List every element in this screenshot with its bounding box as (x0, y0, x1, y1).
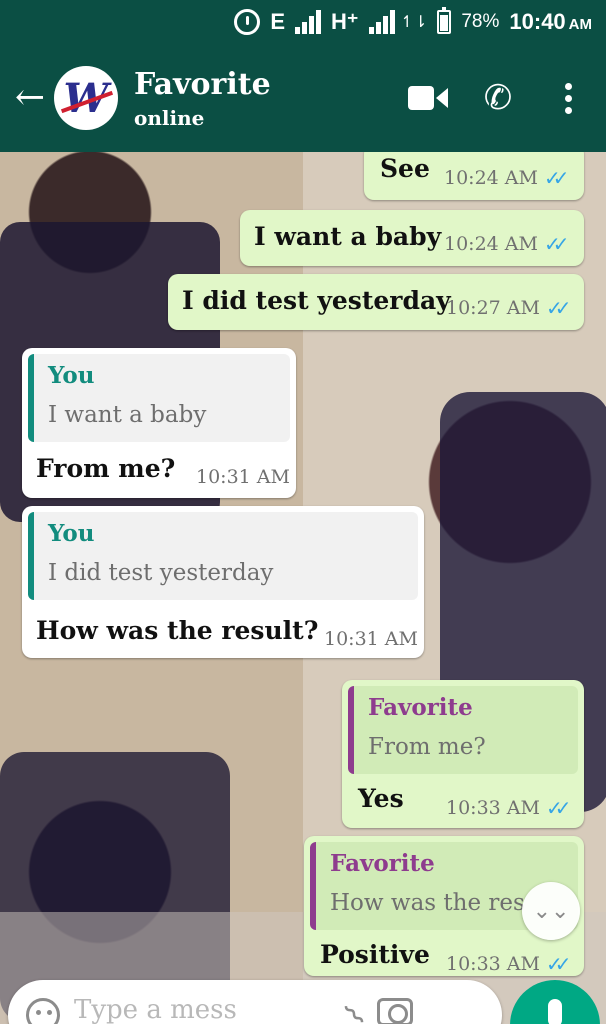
quoted-message[interactable]: Favorite From me? (348, 686, 578, 774)
message-text: Yes (358, 784, 404, 813)
quote-bar (28, 354, 34, 442)
contact-name: Favorite (134, 66, 271, 102)
message-text: From me? (36, 454, 176, 483)
clock-ampm: AM (568, 16, 592, 33)
contact-status: online (134, 105, 205, 130)
quote-bar (28, 512, 34, 600)
message-text: How was the result? (36, 616, 319, 645)
video-camera-icon (408, 84, 448, 112)
message-text: I want a baby (254, 222, 442, 251)
quote-text: I want a baby (48, 402, 207, 428)
message-time: 10:31 AM (324, 628, 418, 650)
message-input[interactable] (74, 990, 334, 1024)
network-type-label: E (270, 9, 286, 34)
message-meta: 10:33 AM ✓✓ (446, 796, 571, 820)
voice-call-button[interactable]: ✆ (474, 74, 522, 122)
message-bubble-outgoing[interactable]: I did test yesterday 10:27 AM ✓✓ (168, 274, 584, 330)
quote-text: From me? (368, 734, 486, 760)
mic-icon (548, 999, 562, 1024)
message-meta: 10:27 AM ✓✓ (446, 296, 571, 320)
message-bubble-outgoing[interactable]: Favorite From me? Yes 10:33 AM ✓✓ (342, 680, 584, 828)
more-vert-icon (564, 82, 572, 114)
read-ticks-icon: ✓✓ (545, 296, 571, 320)
quote-text: How was the res (330, 890, 525, 916)
paperclip-icon[interactable]: ⌇ (338, 997, 373, 1024)
data-activity-icon: ↿⇂ (400, 14, 428, 31)
message-bubble-outgoing[interactable]: I want a baby 10:24 AM ✓✓ (240, 210, 584, 266)
message-meta: 10:24 AM ✓✓ (444, 232, 569, 256)
chat-header: ← W Favorite online ✆ (0, 44, 606, 152)
read-ticks-icon: ✓✓ (545, 796, 571, 820)
message-time: 10:24 AM (444, 233, 538, 255)
quote-author: Favorite (330, 850, 435, 877)
battery-icon (437, 7, 452, 34)
network-type-label-2: H⁺ (331, 9, 359, 34)
scroll-to-bottom-button[interactable]: ⌄⌄ (522, 882, 580, 940)
quoted-message[interactable]: You I did test yesterday (28, 512, 418, 600)
camera-icon[interactable] (376, 998, 413, 1024)
message-bubble-outgoing[interactable]: See 10:24 AM ✓✓ (364, 152, 584, 200)
signal-icon (295, 10, 322, 34)
message-text: I did test yesterday (182, 286, 451, 315)
quote-author: You (48, 520, 95, 547)
battery-percent: 78% (461, 11, 500, 32)
message-time: 10:33 AM (446, 797, 540, 819)
video-call-button[interactable] (404, 74, 452, 122)
message-meta: 10:24 AM ✓✓ (444, 166, 569, 190)
message-time: 10:24 AM (444, 167, 538, 189)
message-text: See (380, 154, 430, 183)
read-ticks-icon: ✓✓ (545, 952, 571, 976)
read-ticks-icon: ✓✓ (543, 232, 569, 256)
avatar-logo: W (63, 74, 109, 122)
message-time: 10:33 AM (446, 953, 540, 975)
signal-icon-2 (368, 10, 395, 34)
message-meta: 10:31 AM (196, 466, 290, 488)
message-meta: 10:33 AM ✓✓ (446, 952, 571, 976)
double-chevron-down-icon: ⌄⌄ (532, 898, 570, 924)
message-bubble-incoming[interactable]: You I want a baby From me? 10:31 AM (22, 348, 296, 498)
quote-bar (348, 686, 354, 774)
clock: 10:40 AM (509, 9, 592, 35)
quote-text: I did test yesterday (48, 560, 274, 586)
message-text: Positive (320, 940, 430, 969)
back-arrow-icon[interactable]: ← (10, 78, 50, 118)
status-bar: E H⁺ ↿⇂ 78% 10:40 AM (0, 0, 606, 44)
message-meta: 10:31 AM (324, 628, 418, 650)
phone-icon: ✆ (483, 78, 513, 118)
message-composer: ⌇ (8, 980, 502, 1024)
quoted-message[interactable]: You I want a baby (28, 354, 290, 442)
clock-time: 10:40 (509, 9, 566, 34)
contact-info[interactable]: Favorite online (134, 67, 404, 130)
emoji-icon[interactable] (26, 998, 60, 1024)
message-bubble-incoming[interactable]: You I did test yesterday How was the res… (22, 506, 424, 658)
quote-author: Favorite (368, 694, 473, 721)
alarm-icon (234, 9, 261, 35)
message-time: 10:31 AM (196, 466, 290, 488)
read-ticks-icon: ✓✓ (543, 166, 569, 190)
message-time: 10:27 AM (446, 297, 540, 319)
more-options-button[interactable] (544, 74, 592, 122)
avatar[interactable]: W (54, 66, 118, 130)
chat-area[interactable]: See 10:24 AM ✓✓ I want a baby 10:24 AM ✓… (0, 152, 606, 1024)
quote-bar (310, 842, 316, 930)
quote-author: You (48, 362, 95, 389)
